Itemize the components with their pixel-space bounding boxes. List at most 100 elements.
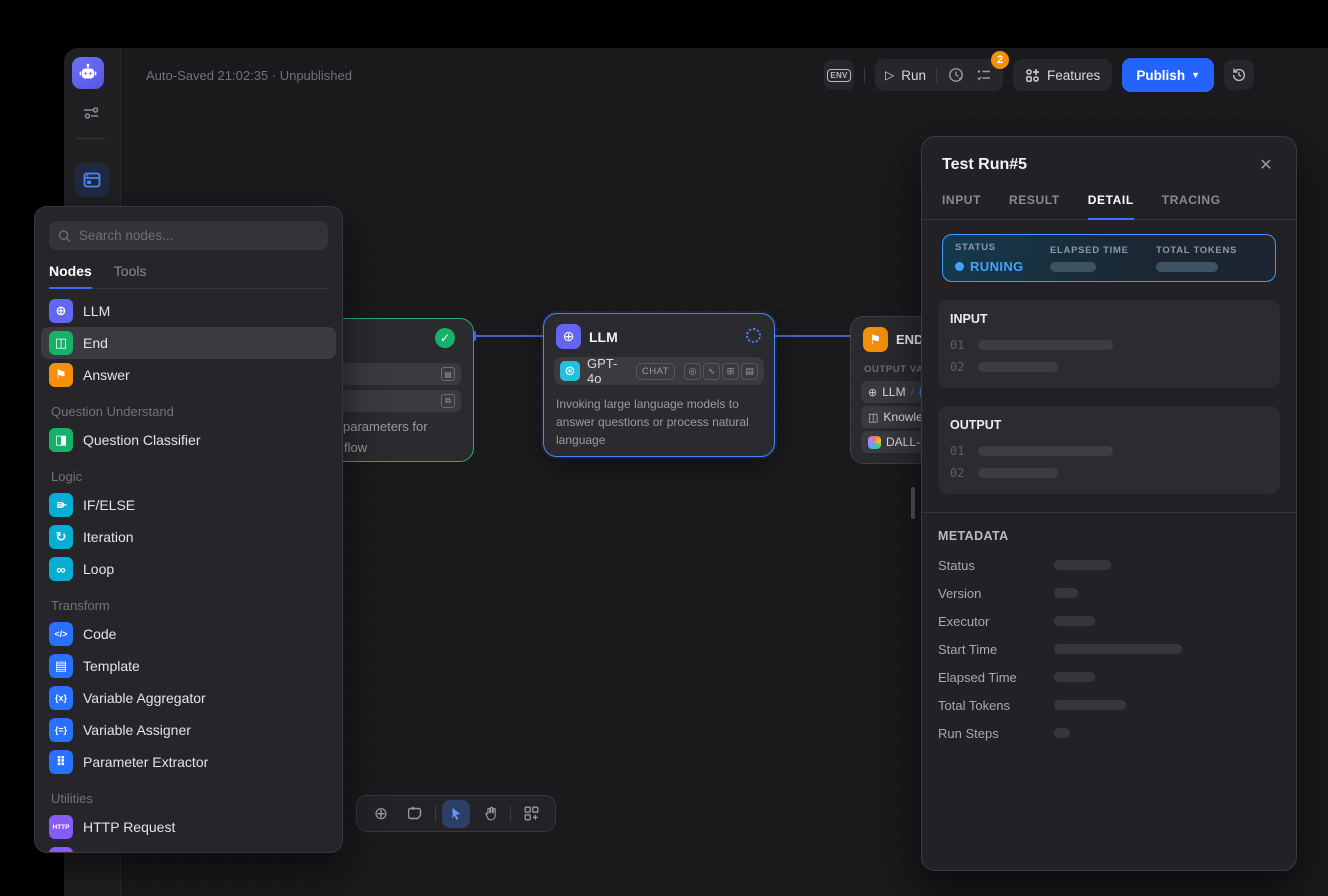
node-item-loop[interactable]: ∞Loop bbox=[41, 553, 336, 585]
node-search-panel: NodesTools ⊕LLM◫End⚑AnswerQuestion Under… bbox=[34, 206, 343, 853]
version-history-button[interactable] bbox=[1224, 60, 1254, 90]
node-item-variable-aggregator[interactable]: {x}Variable Aggregator bbox=[41, 682, 336, 714]
variable-aggregator-icon: {x} bbox=[49, 686, 73, 710]
node-section-label: Logic bbox=[51, 469, 326, 484]
status-dot-icon bbox=[955, 262, 964, 271]
run-panel-tab-input[interactable]: INPUT bbox=[942, 193, 981, 219]
node-item-question-classifier[interactable]: ◨Question Classifier bbox=[41, 424, 336, 456]
node-item-variable-assigner[interactable]: {=}Variable Assigner bbox=[41, 714, 336, 746]
document-icon: ▤ bbox=[741, 363, 758, 380]
node-item-parameter-extractor[interactable]: ⠿Parameter Extractor bbox=[41, 746, 336, 778]
output-card: OUTPUT 0102 bbox=[938, 406, 1280, 494]
run-panel-tab-detail[interactable]: DETAIL bbox=[1088, 193, 1134, 219]
app-logo-icon[interactable] bbox=[72, 57, 104, 89]
metadata-label: Run Steps bbox=[938, 726, 1054, 741]
node-list: ⊕LLM◫End⚑AnswerQuestion Understand◨Quest… bbox=[35, 289, 342, 853]
output-line: 01 bbox=[950, 444, 1268, 458]
llm-node[interactable]: ⊕ LLM ⊛ GPT-4o CHAT ◎∿⊞▤ Invoking large … bbox=[543, 313, 775, 457]
node-item-llm[interactable]: ⊕LLM bbox=[41, 295, 336, 327]
node-item-label: Answer bbox=[83, 367, 130, 383]
input-card: INPUT 01 02 bbox=[938, 300, 1280, 388]
metadata-value-skeleton bbox=[1054, 672, 1095, 682]
edge-llm-to-end bbox=[775, 335, 851, 337]
code-icon: </> bbox=[49, 622, 73, 646]
node-panel-tab-nodes[interactable]: Nodes bbox=[49, 263, 92, 288]
organize-nodes-button[interactable] bbox=[517, 800, 545, 828]
features-button[interactable]: Features bbox=[1013, 59, 1112, 91]
list-operator-icon: ▽ bbox=[49, 847, 73, 853]
input-card-title: INPUT bbox=[950, 312, 1268, 326]
openai-icon: ⊛ bbox=[560, 361, 580, 381]
node-panel-tab-tools[interactable]: Tools bbox=[114, 263, 147, 288]
metadata-row: Executor bbox=[938, 607, 1280, 635]
node-item-list-operator[interactable]: ▽List Operator bbox=[41, 843, 336, 853]
metadata-value-skeleton bbox=[1054, 700, 1126, 710]
run-history-icon[interactable] bbox=[947, 66, 965, 84]
input-line: 01 bbox=[950, 338, 1268, 352]
node-item-end[interactable]: ◫End bbox=[41, 327, 336, 359]
elapsed-skeleton bbox=[1050, 262, 1096, 272]
run-group-divider bbox=[936, 67, 937, 83]
node-item-template[interactable]: ▤Template bbox=[41, 650, 336, 682]
search-nodes-input[interactable] bbox=[79, 228, 319, 243]
node-item-http-request[interactable]: HTTPHTTP Request bbox=[41, 811, 336, 843]
node-item-answer[interactable]: ⚑Answer bbox=[41, 359, 336, 391]
test-run-panel: Test Run#5 ✕ INPUTRESULTDETAILTRACING ST… bbox=[921, 136, 1297, 871]
env-variables-button[interactable]: ENV bbox=[824, 60, 854, 90]
metadata-row: Elapsed Time bbox=[938, 663, 1280, 691]
llm-node-title: LLM bbox=[589, 329, 618, 345]
toolbar-divider bbox=[435, 806, 436, 822]
search-box[interactable] bbox=[49, 221, 328, 250]
metadata-value-skeleton bbox=[1054, 588, 1078, 598]
parameter-extractor-icon: ⠿ bbox=[49, 750, 73, 774]
checklist-icon[interactable] bbox=[975, 66, 993, 84]
metadata-label: Executor bbox=[938, 614, 1054, 629]
llm-node-description: Invoking large language models to answer… bbox=[544, 385, 774, 459]
node-item-label: IF/ELSE bbox=[83, 497, 135, 513]
audio-icon: ∿ bbox=[703, 363, 720, 380]
variable-assigner-icon: {=} bbox=[49, 718, 73, 742]
env-icon: ENV bbox=[827, 69, 850, 82]
line-number: 01 bbox=[950, 444, 968, 458]
features-icon bbox=[1025, 68, 1040, 83]
node-item-label: Question Classifier bbox=[83, 432, 201, 448]
autosave-status: Auto-Saved 21:02:35 · Unpublished bbox=[146, 68, 352, 83]
start-node-description: parameters for flow bbox=[343, 417, 428, 459]
llm-node-icon: ⊕ bbox=[556, 324, 581, 349]
input-line: 02 bbox=[950, 360, 1268, 374]
end-icon: ◫ bbox=[49, 331, 73, 355]
node-item-code[interactable]: </> Code bbox=[41, 618, 336, 650]
image-icon: ⊞ bbox=[722, 363, 739, 380]
hand-tool-button[interactable] bbox=[476, 800, 504, 828]
add-note-button[interactable] bbox=[401, 800, 429, 828]
variable-name: LLM bbox=[882, 385, 905, 399]
node-item-label: Iteration bbox=[83, 529, 134, 545]
add-node-button[interactable]: ⊕ bbox=[367, 800, 395, 828]
run-panel-tab-result[interactable]: RESULT bbox=[1009, 193, 1060, 219]
node-item-iteration[interactable]: ↻ Iteration bbox=[41, 521, 336, 553]
node-section-label: Utilities bbox=[51, 791, 326, 806]
status-label: STATUS bbox=[955, 242, 1050, 253]
iteration-icon: ↻ bbox=[49, 525, 73, 549]
node-item-label: Code bbox=[83, 626, 116, 642]
metadata-row: Start Time bbox=[938, 635, 1280, 663]
canvas-toolbar: ⊕ bbox=[356, 795, 556, 832]
value-skeleton bbox=[978, 446, 1113, 456]
chat-mode-badge: CHAT bbox=[636, 363, 675, 380]
model-selector[interactable]: ⊛ GPT-4o CHAT ◎∿⊞▤ bbox=[554, 357, 764, 385]
metadata-label: Total Tokens bbox=[938, 698, 1054, 713]
toolbar-divider bbox=[510, 806, 511, 822]
panel-scrollbar-thumb[interactable] bbox=[911, 487, 915, 519]
close-icon[interactable]: ✕ bbox=[1256, 155, 1276, 175]
node-item-if-else[interactable]: ⋔ IF/ELSE bbox=[41, 489, 336, 521]
workflow-view-button[interactable] bbox=[75, 163, 109, 197]
metadata-row: Version bbox=[938, 579, 1280, 607]
if-else-icon: ⋔ bbox=[49, 493, 73, 517]
publish-button[interactable]: Publish ▼ bbox=[1122, 58, 1214, 92]
run-button[interactable]: ▷ Run bbox=[885, 68, 926, 83]
preferences-icon[interactable] bbox=[80, 102, 102, 124]
run-panel-tab-tracing[interactable]: TRACING bbox=[1162, 193, 1221, 219]
metadata-label: Elapsed Time bbox=[938, 670, 1054, 685]
llm-icon: ⊕ bbox=[49, 299, 73, 323]
pointer-tool-button[interactable] bbox=[442, 800, 470, 828]
